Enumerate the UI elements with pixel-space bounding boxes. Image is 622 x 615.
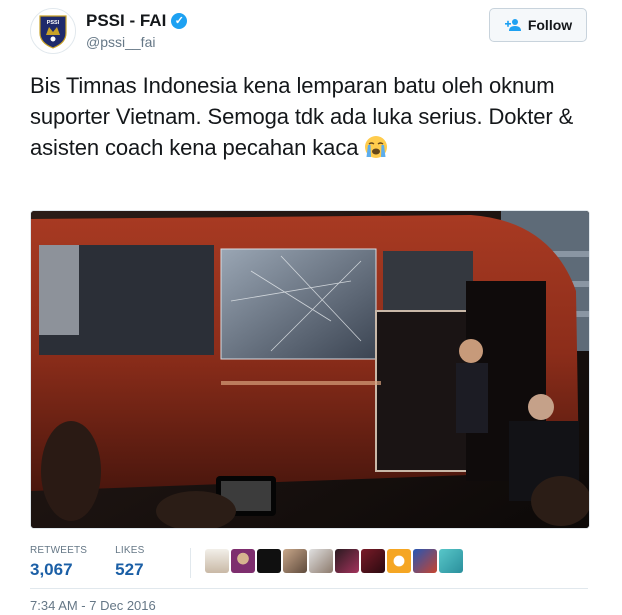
display-name-text: PSSI - FAI (86, 11, 167, 30)
follow-button[interactable]: Follow (489, 8, 587, 42)
liker-avatar[interactable] (309, 549, 333, 573)
retweets-stat[interactable]: RETWEETS 3,067 (30, 545, 87, 580)
liker-avatar[interactable] (361, 549, 385, 573)
liker-avatar[interactable] (387, 549, 411, 573)
liker-avatar[interactable] (283, 549, 307, 573)
verified-badge-icon: ✓ (171, 13, 188, 29)
tweet-text-body: Bis Timnas Indonesia kena lemparan batu … (30, 73, 574, 160)
liker-avatar[interactable] (413, 549, 437, 573)
retweets-label: RETWEETS (30, 545, 88, 556)
loudly-crying-face-icon (365, 136, 388, 158)
retweets-count: 3,067 (30, 560, 73, 579)
liker-avatar[interactable] (231, 549, 255, 573)
tweet-photo[interactable] (30, 210, 590, 529)
timestamp-divider (30, 588, 588, 589)
svg-text:PSSI: PSSI (47, 20, 60, 26)
tweet-card: PSSI PSSI - FAI ✓ @pssi__fai Follow Bis … (0, 0, 622, 615)
avatar[interactable]: PSSI (30, 8, 76, 54)
likes-count: 527 (115, 560, 144, 579)
follow-button-label: Follow (527, 17, 573, 33)
display-name[interactable]: PSSI - FAI ✓ (86, 11, 188, 31)
stats-divider (190, 548, 191, 578)
liker-avatar[interactable] (439, 549, 463, 573)
add-user-icon (504, 19, 521, 31)
likes-label: LIKES (115, 545, 145, 556)
tweet-text: Bis Timnas Indonesia kena lemparan batu … (30, 70, 595, 163)
liker-avatar[interactable] (335, 549, 359, 573)
bus-photo-image (31, 211, 589, 528)
engagement-stats: RETWEETS 3,067 LIKES 527 (30, 545, 145, 580)
likes-stat[interactable]: LIKES 527 (115, 545, 144, 580)
user-handle[interactable]: @pssi__fai (86, 34, 155, 50)
liker-avatars (205, 549, 463, 573)
tweet-timestamp[interactable]: 7:34 AM - 7 Dec 2016 (30, 598, 156, 613)
pssi-logo-icon: PSSI (31, 9, 75, 53)
liker-avatar[interactable] (257, 549, 281, 573)
liker-avatar[interactable] (205, 549, 229, 573)
